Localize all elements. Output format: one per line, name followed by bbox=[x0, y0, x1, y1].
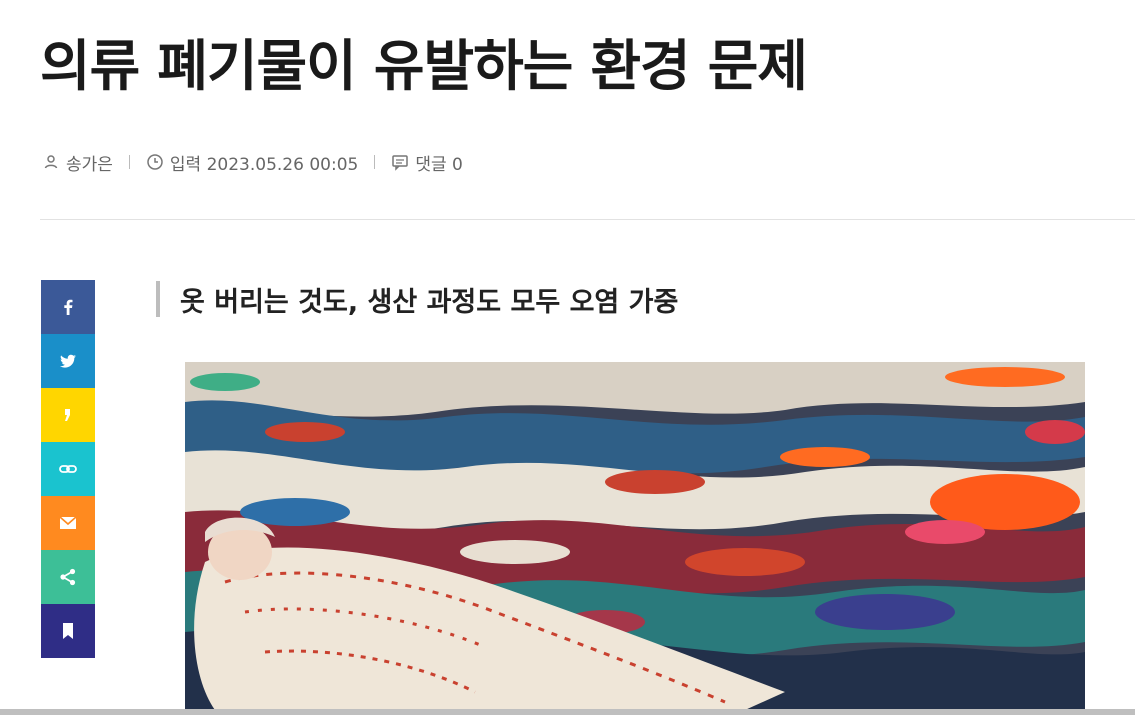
person-icon bbox=[44, 155, 58, 169]
kakaostory-icon bbox=[65, 409, 70, 421]
facebook-share-button[interactable] bbox=[41, 280, 95, 334]
author-name: 송가은 bbox=[66, 154, 113, 175]
meta-divider bbox=[128, 155, 130, 169]
article-meta: 송가은 입력 2023.05.26 00:05 댓글 0 bbox=[42, 148, 463, 176]
comment-count: 댓글 0 bbox=[415, 154, 463, 175]
more-share-button[interactable] bbox=[41, 550, 95, 604]
comment-icon bbox=[392, 155, 409, 171]
author-info[interactable]: 송가은 bbox=[42, 150, 113, 175]
share-toolbar bbox=[41, 280, 95, 658]
bookmark-icon bbox=[63, 623, 73, 639]
meta-divider bbox=[374, 155, 376, 169]
email-icon bbox=[59, 516, 77, 529]
header-divider bbox=[40, 219, 1135, 220]
subtitle-text: 옷 버리는 것도, 생산 과정도 모두 오염 가중 bbox=[180, 286, 679, 318]
article-photo bbox=[185, 362, 1085, 710]
link-icon bbox=[59, 465, 77, 473]
twitter-icon bbox=[60, 354, 76, 368]
published-date: 입력 2023.05.26 00:05 bbox=[169, 154, 359, 175]
kakaostory-share-button[interactable] bbox=[41, 388, 95, 442]
email-share-button[interactable] bbox=[41, 496, 95, 550]
clothes-pile-illustration bbox=[185, 362, 1085, 710]
comments-info[interactable]: 댓글 0 bbox=[391, 150, 463, 175]
clock-icon bbox=[147, 154, 163, 170]
twitter-share-button[interactable] bbox=[41, 334, 95, 388]
bookmark-button[interactable] bbox=[41, 604, 95, 658]
horizontal-scrollbar[interactable] bbox=[0, 709, 1135, 715]
share-icon bbox=[60, 568, 76, 586]
article-subtitle: 옷 버리는 것도, 생산 과정도 모두 오염 가중 bbox=[156, 281, 679, 318]
copy-link-button[interactable] bbox=[41, 442, 95, 496]
published-info: 입력 2023.05.26 00:05 bbox=[146, 150, 358, 175]
facebook-icon bbox=[64, 299, 73, 315]
article-headline: 의류 폐기물이 유발하는 환경 문제 bbox=[40, 34, 808, 98]
